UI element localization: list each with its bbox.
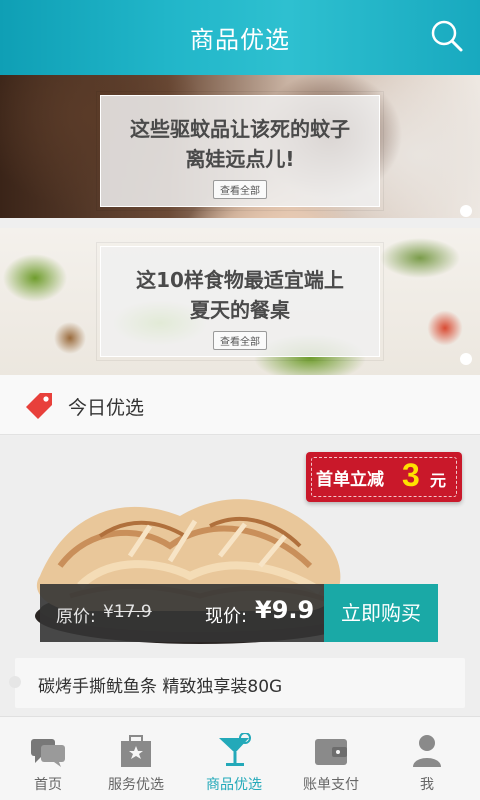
chat-icon [31,739,65,767]
product-card[interactable]: 首单立减 3 元 原价: ¥17.9 现价: ¥9.9 立即购买 碳烤手撕鱿鱼条… [0,436,480,716]
badge-amount: 3 [402,457,420,493]
nav-label: 商品优选 [206,777,262,793]
current-price: ¥9.9 [255,596,315,624]
original-price-label: 原价: [56,607,96,627]
view-all-button[interactable]: 查看全部 [213,180,267,199]
badge-unit: 元 [430,471,447,490]
search-icon [431,20,463,52]
badge-text: 首单立减 [316,470,384,490]
user-icon [413,735,441,767]
wallet-icon [315,739,347,765]
nav-item-services[interactable]: 服务优选 [88,717,184,800]
banner-headline-line1: 这10样食物最适宜端上 [136,268,344,292]
nav-item-me[interactable]: 我 [379,717,475,800]
cocktail-icon [219,733,251,766]
banner-headline-line1: 这些驱蚊品让该死的蚊子 [130,117,350,141]
carousel-dot[interactable] [460,205,472,217]
section-title: 今日优选 [68,397,145,419]
page-title: 商品优选 [190,26,290,54]
buy-now-button[interactable]: 立即购买 [324,584,438,642]
current-price-label: 现价: [205,606,248,627]
view-all-button[interactable]: 查看全部 [213,331,267,350]
service-icon [121,735,151,767]
app-screen: 商品优选 这些驱蚊品让该死的蚊子 离娃远点儿! 查看全部 这10样食物最适宜端上… [0,0,480,800]
section-header: 今日优选 [0,375,480,435]
price-bar: 原价: ¥17.9 现价: ¥9.9 [40,584,324,642]
nav-label: 服务优选 [108,777,164,793]
banner-mosquito[interactable]: 这些驱蚊品让该死的蚊子 离娃远点儿! 查看全部 [0,75,480,218]
banner-headline: 这些驱蚊品让该死的蚊子 离娃远点儿! [101,114,379,174]
nav-label: 首页 [34,777,62,793]
bottom-nav: 首页 服务优选 商品优选 账单支付 我 [0,716,480,800]
nav-item-bills[interactable]: 账单支付 [283,717,379,800]
top-bar: 商品优选 [0,0,480,75]
product-name-box[interactable]: 碳烤手撕鱿鱼条 精致独享装80G [9,658,465,708]
banner-headline-line2: 离娃远点儿! [185,147,295,171]
original-price: ¥17.9 [103,602,152,622]
nav-label: 我 [420,777,434,793]
tag-icon [26,393,52,419]
banner-food[interactable]: 这10样食物最适宜端上 夏天的餐桌 查看全部 [0,228,480,375]
carousel-dot[interactable] [460,353,472,365]
promo-badge: 首单立减 3 元 [306,452,462,502]
nav-item-home[interactable]: 首页 [0,717,96,800]
search-button[interactable] [430,19,464,53]
nav-label: 账单支付 [303,777,359,793]
banner-card: 这10样食物最适宜端上 夏天的餐桌 查看全部 [96,242,384,361]
banner-headline: 这10样食物最适宜端上 夏天的餐桌 [101,265,379,325]
original-price-symbol: ¥ [103,602,114,622]
nav-item-products[interactable]: 商品优选 [186,717,282,800]
product-name: 碳烤手撕鱿鱼条 精致独享装80G [38,677,283,697]
original-price-value: 17.9 [113,602,152,622]
banner-headline-line2: 夏天的餐桌 [190,298,290,322]
banner-card: 这些驱蚊品让该死的蚊子 离娃远点儿! 查看全部 [96,91,384,211]
